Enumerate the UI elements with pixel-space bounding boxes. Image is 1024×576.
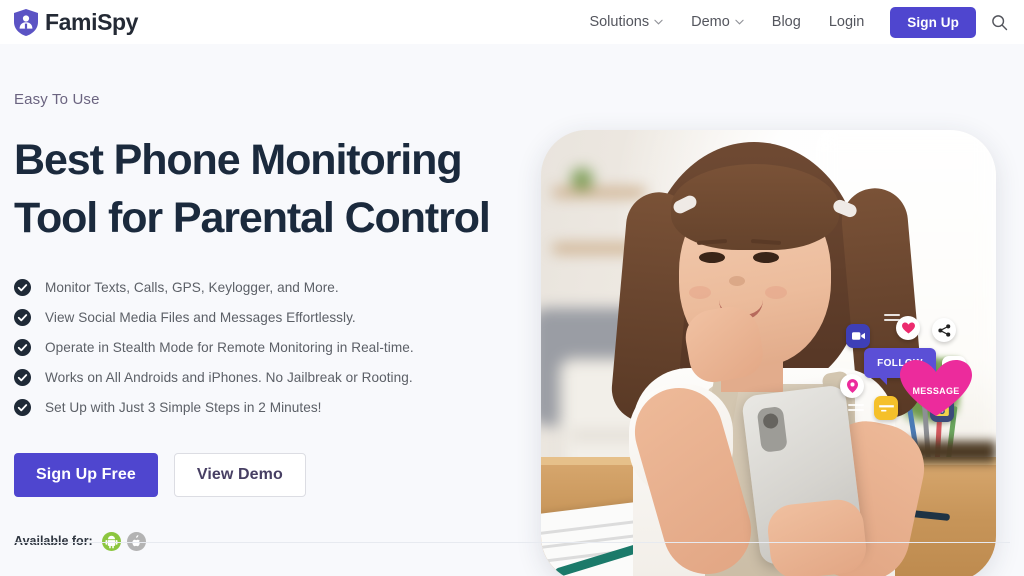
view-demo-button[interactable]: View Demo [173,452,306,497]
heart-icon [896,316,920,340]
hero-eyebrow: Easy To Use [14,91,100,108]
feature-text: Operate in Stealth Mode for Remote Monit… [45,339,414,355]
brand-logo[interactable]: FamiSpy [14,8,139,36]
nav-item-label: Solutions [589,14,650,30]
nav-item-blog[interactable]: Blog [758,14,815,30]
feature-list: Monitor Texts, Calls, GPS, Keylogger, an… [14,278,534,416]
nav-item-label: Blog [771,14,801,30]
check-circle-icon [14,398,31,416]
headline-line-2: Tool for Parental Control [14,194,491,243]
cta-row: Sign Up Free View Demo [14,452,534,497]
message-sticker: MESSAGE [900,364,972,422]
list-item: Operate in Stealth Mode for Remote Monit… [14,338,534,356]
message-sticker-label: MESSAGE [912,386,960,396]
page-title: Best Phone Monitoring Tool for Parental … [14,131,534,248]
headline-line-1: Best Phone Monitoring [14,136,463,184]
check-circle-icon [14,308,31,326]
feature-text: Set Up with Just 3 Simple Steps in 2 Min… [45,399,322,415]
section-divider [14,542,1010,543]
feature-text: Works on All Androids and iPhones. No Ja… [45,369,413,385]
signup-free-button[interactable]: Sign Up Free [14,452,158,497]
social-sticker-cluster: FOLLOW MESSAGE [840,312,972,430]
signup-button[interactable]: Sign Up [890,6,976,38]
chevron-down-icon [654,19,663,25]
card-icon [874,396,898,420]
location-pin-icon [840,374,864,398]
list-item: View Social Media Files and Messages Eff… [14,308,534,326]
nav-item-label: Login [828,14,865,30]
check-circle-icon [14,278,31,296]
motion-dashes [848,404,864,406]
nav-item-demo[interactable]: Demo [677,14,758,30]
video-icon [846,324,870,348]
feature-text: View Social Media Files and Messages Eff… [45,309,356,325]
list-item: Monitor Texts, Calls, GPS, Keylogger, an… [14,278,534,296]
check-circle-icon [14,368,31,386]
motion-dashes [884,314,900,316]
site-header: FamiSpy Solutions Demo Blog Login Sign U… [0,0,1024,44]
nav-item-label: Demo [691,14,730,30]
main-nav: Solutions Demo Blog Login Sign Up [575,6,1012,38]
hero-section: Easy To Use Best Phone Monitoring Tool f… [0,44,1024,576]
shield-person-icon [14,8,38,36]
hero-image: FOLLOW MESSAGE [541,130,996,576]
share-icon [932,318,956,342]
feature-text: Monitor Texts, Calls, GPS, Keylogger, an… [45,279,339,295]
chevron-down-icon [735,19,744,25]
girl-with-phone-photo: FOLLOW MESSAGE [541,130,996,576]
hero-copy: Easy To Use Best Phone Monitoring Tool f… [14,91,534,551]
list-item: Works on All Androids and iPhones. No Ja… [14,368,534,386]
search-icon[interactable] [988,11,1010,33]
brand-name: FamiSpy [45,8,139,35]
list-item: Set Up with Just 3 Simple Steps in 2 Min… [14,398,534,416]
check-circle-icon [14,338,31,356]
nav-item-solutions[interactable]: Solutions [575,14,677,30]
nav-item-login[interactable]: Login [815,14,878,30]
